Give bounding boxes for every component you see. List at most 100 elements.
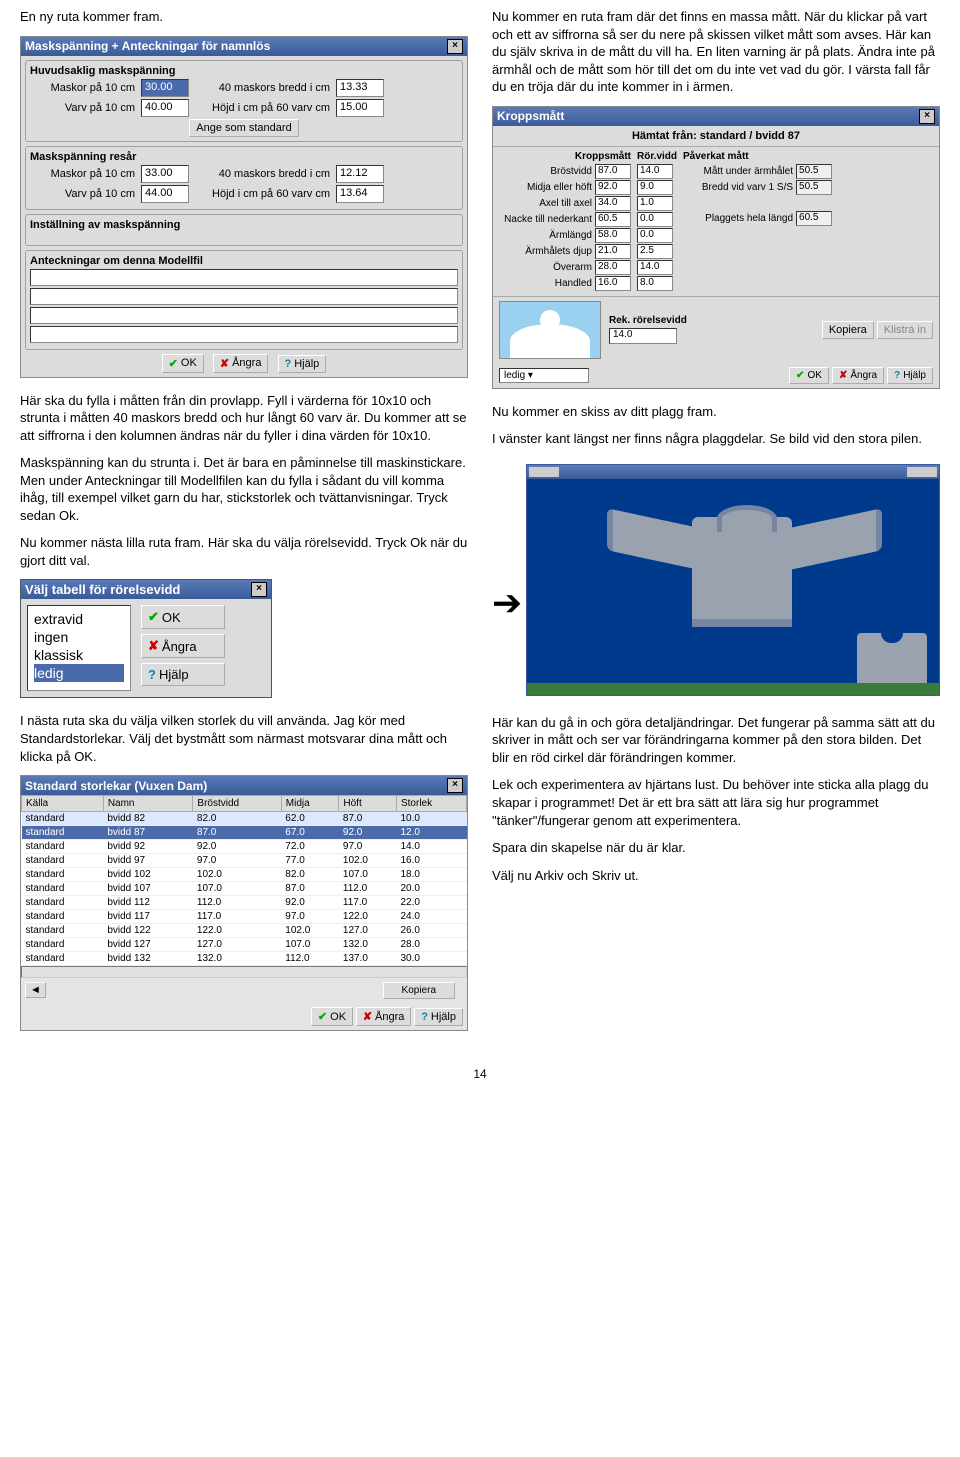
table-row[interactable]: standardbvidd 102102.082.0107.018.0 [22,868,467,882]
table-row[interactable]: standardbvidd 117117.097.0122.024.0 [22,910,467,924]
table-row[interactable]: standardbvidd 107107.087.0112.020.0 [22,882,467,896]
column-header: Rör.vidd [637,151,677,162]
measure-label: Ärmhålets djup [497,246,592,257]
column-header[interactable]: Källa [22,796,104,812]
table-row[interactable]: standardbvidd 9797.077.0102.016.0 [22,854,467,868]
ok-button[interactable]: ✔OK [311,1007,353,1026]
measure-input[interactable]: 34.0 [595,196,631,211]
measure-input[interactable]: 60.5 [595,212,631,227]
kopiera-button[interactable]: Kopiera [822,321,874,339]
list-item[interactable]: extravid [34,610,124,628]
column-header[interactable]: Storlek [396,796,466,812]
check-icon: ✔ [318,1010,327,1023]
measure-input[interactable]: 92.0 [595,180,631,195]
ease-input[interactable]: 0.0 [637,212,673,227]
ange-standard-button[interactable]: Ange som standard [189,119,298,137]
cancel-icon: ✘ [148,638,159,654]
list-item-selected[interactable]: ledig [34,664,124,682]
close-icon[interactable]: × [447,778,463,793]
ok-button[interactable]: ✔OK [141,605,225,629]
help-button[interactable]: ?Hjälp [141,663,225,686]
ease-list[interactable]: extravid ingen klassisk ledig [27,605,131,691]
check-icon: ✔ [169,357,178,370]
table-row[interactable]: standardbvidd 112112.092.0117.022.0 [22,896,467,910]
bredd-resar-input[interactable]: 12.12 [336,165,384,183]
cancel-button[interactable]: ✘Ångra [832,367,884,384]
varv-input[interactable]: 40.00 [141,99,189,117]
measure-label: Ärmlängd [497,230,592,241]
dialog-title: Standard storlekar (Vuxen Dam) [25,779,207,793]
help-button[interactable]: ?Hjälp [887,367,933,384]
check-icon: ✔ [796,370,804,381]
column-header[interactable]: Höft [339,796,397,812]
table-row[interactable]: standardbvidd 127127.0107.0132.028.0 [22,938,467,952]
notes-line[interactable] [30,269,458,286]
measure-input[interactable]: 21.0 [595,244,631,259]
kopiera-button[interactable]: Kopiera [383,982,455,999]
ease-dropdown[interactable]: ledig ▾ [499,368,589,383]
help-button[interactable]: ?Hjälp [278,355,327,373]
scrollbar[interactable] [21,966,467,978]
sizes-table[interactable]: KällaNamnBröstviddMidjaHöftStorlek stand… [21,795,467,966]
dialog-subtitle: Hämtat från: standard / bvidd 87 [493,126,939,147]
hojd-input[interactable]: 15.00 [336,99,384,117]
measure-input[interactable]: 58.0 [595,228,631,243]
close-icon[interactable]: × [919,109,935,124]
ok-button[interactable]: ✔OK [162,354,204,373]
ease-input[interactable]: 2.5 [637,244,673,259]
dialog-title: Kroppsmått [497,109,564,123]
cancel-icon: ✘ [363,1010,372,1023]
rek-label: Rek. rörelsevidd [609,315,814,326]
measure-input[interactable]: 28.0 [595,260,631,275]
measure-label: Midja eller höft [497,182,592,193]
ease-input[interactable]: 1.0 [637,196,673,211]
table-row[interactable]: standardbvidd 132132.0112.0137.030.0 [22,952,467,966]
help-icon: ? [148,667,156,682]
list-item[interactable]: klassisk [34,646,124,664]
hojd-resar-input[interactable]: 13.64 [336,185,384,203]
maskor-resar-input[interactable]: 33.00 [141,165,189,183]
ease-input[interactable]: 14.0 [637,260,673,275]
ease-input[interactable]: 9.0 [637,180,673,195]
maskor-input[interactable]: 30.00 [141,79,189,97]
body-paragraph: I vänster kant längst ner finns några pl… [492,430,940,448]
measure-input[interactable]: 87.0 [595,164,631,179]
table-row[interactable]: standardbvidd 122122.0102.0127.026.0 [22,924,467,938]
cancel-button[interactable]: ✘Ångra [141,634,225,658]
help-icon: ? [894,370,900,381]
cancel-button[interactable]: ✘Ångra [213,354,269,373]
varv-resar-input[interactable]: 44.00 [141,185,189,203]
notes-line[interactable] [30,326,458,343]
kroppsmatt-dialog: Kroppsmått × Hämtat från: standard / bvi… [492,106,940,389]
notes-line[interactable] [30,307,458,324]
column-header[interactable]: Midja [281,796,339,812]
ok-button[interactable]: ✔OK [789,367,829,384]
cancel-button[interactable]: ✘Ångra [356,1007,412,1026]
ease-input[interactable]: 14.0 [637,164,673,179]
help-button[interactable]: ?Hjälp [414,1008,463,1026]
table-row[interactable]: standardbvidd 8787.067.092.012.0 [22,826,467,840]
close-icon[interactable]: × [251,582,267,597]
cancel-icon: ✘ [839,370,847,381]
close-icon[interactable]: × [447,39,463,54]
chevron-left-icon[interactable]: ◄ [25,982,46,998]
table-row[interactable]: standardbvidd 9292.072.097.014.0 [22,840,467,854]
pattern-piece[interactable] [857,633,927,683]
toolbar-chunk [907,467,937,477]
ease-input[interactable]: 0.0 [637,228,673,243]
column-header: Kroppsmått [497,151,631,162]
bredd-input[interactable]: 13.33 [336,79,384,97]
measure-input[interactable]: 16.0 [595,276,631,291]
notes-line[interactable] [30,288,458,305]
list-item[interactable]: ingen [34,628,124,646]
column-header[interactable]: Namn [103,796,193,812]
ease-input[interactable]: 8.0 [637,276,673,291]
measure-label: Bröstvidd [497,166,592,177]
group-label: Inställning av maskspänning [30,219,458,231]
measure-label: Överarm [497,262,592,273]
dialog-title: Maskspänning + Anteckningar för namnlös [25,39,270,53]
body-paragraph: Välj nu Arkiv och Skriv ut. [492,867,940,885]
table-row[interactable]: standardbvidd 8282.062.087.010.0 [22,812,467,826]
rorelsevidd-dialog: Välj tabell för rörelsevidd × extravid i… [20,579,272,698]
column-header[interactable]: Bröstvidd [193,796,281,812]
